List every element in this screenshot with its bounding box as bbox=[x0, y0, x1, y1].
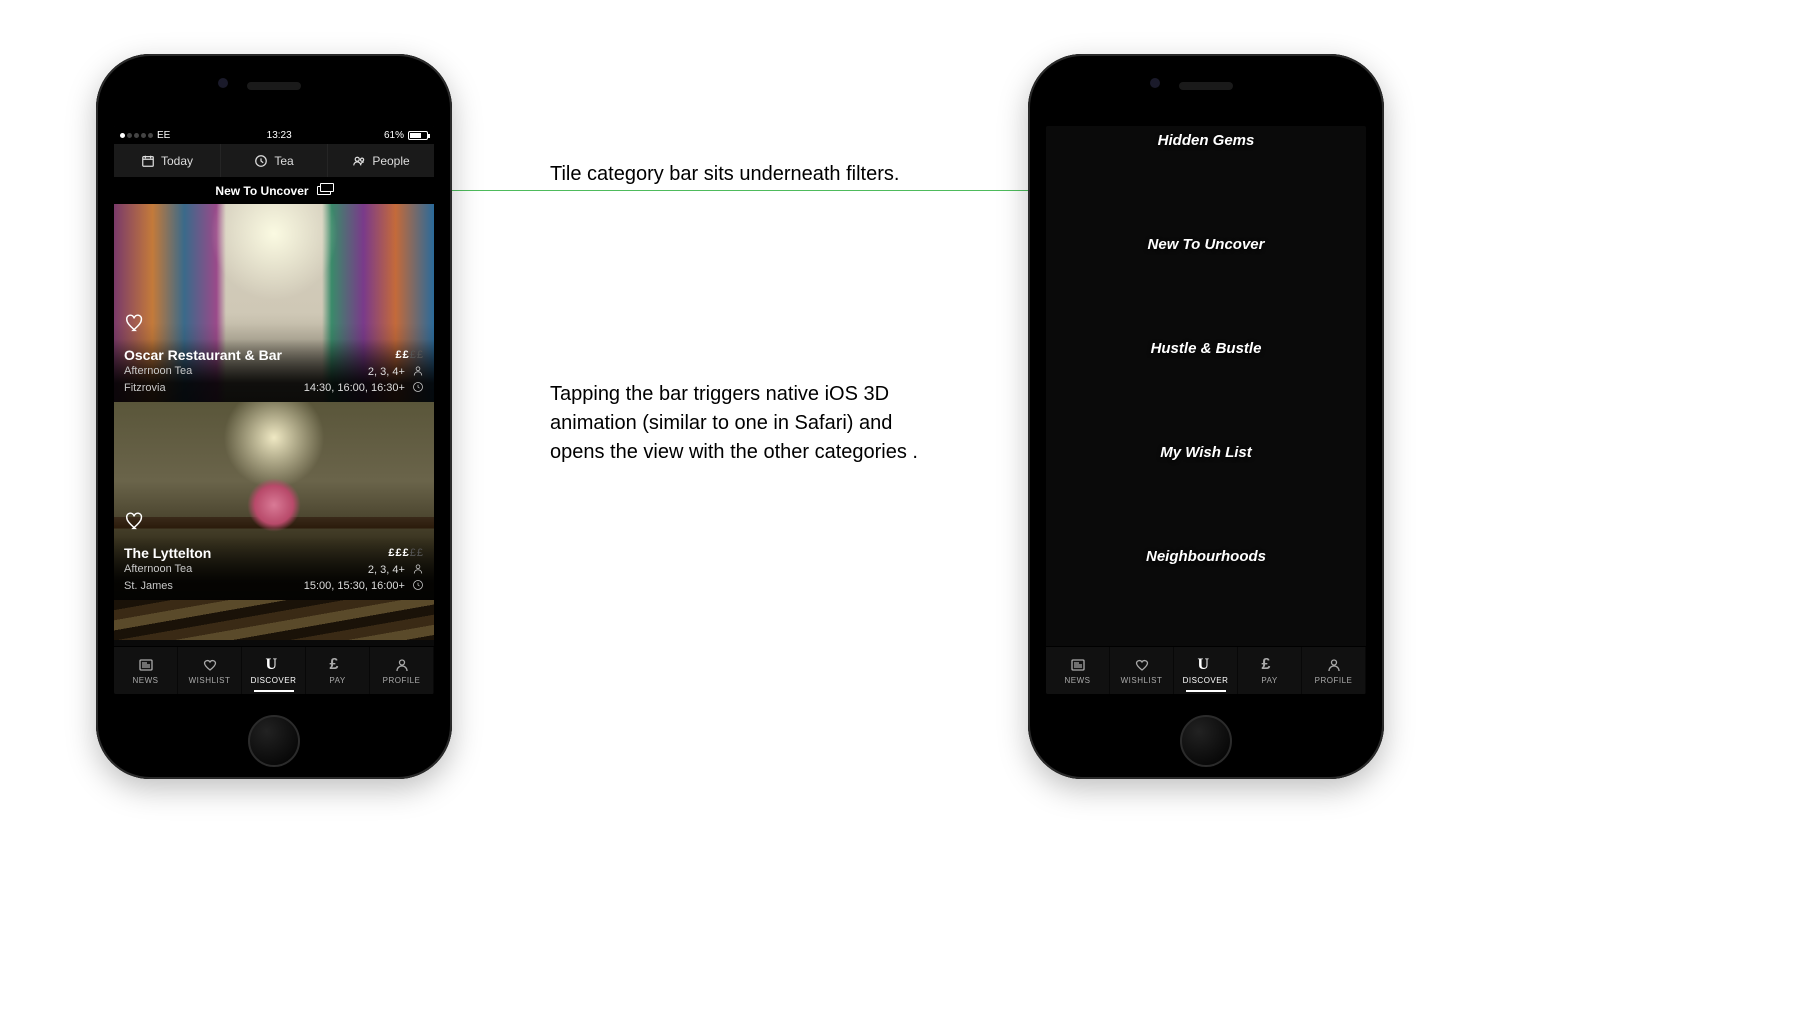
meal-type: Afternoon Tea bbox=[124, 561, 192, 578]
tab-label: NEWS bbox=[1065, 676, 1091, 685]
device-mockup-discover-list: EE 13:23 61% Today Tea People bbox=[96, 54, 452, 779]
tab-label: WISHLIST bbox=[1121, 676, 1163, 685]
restaurant-photo bbox=[114, 600, 434, 640]
tab-pay[interactable]: £ PAY bbox=[1238, 647, 1302, 694]
home-button bbox=[1180, 715, 1232, 767]
price-level-dim: ££ bbox=[410, 349, 424, 361]
tab-label: PAY bbox=[329, 676, 345, 685]
heart-icon bbox=[1134, 657, 1150, 673]
tab-news[interactable]: NEWS bbox=[114, 647, 178, 694]
meal-type: Afternoon Tea bbox=[124, 363, 192, 380]
available-times: 15:00, 15:30, 16:00+ bbox=[304, 580, 405, 592]
tile-label: New To Uncover bbox=[1148, 236, 1265, 253]
clock-small-icon bbox=[412, 381, 424, 393]
clock-label: 13:23 bbox=[267, 130, 292, 141]
neighbourhood: Fitzrovia bbox=[124, 380, 166, 397]
pound-icon: £ bbox=[330, 657, 346, 673]
battery-icon bbox=[408, 131, 428, 140]
tab-label: WISHLIST bbox=[189, 676, 231, 685]
price-level-dim: ££ bbox=[410, 547, 424, 559]
heart-icon bbox=[202, 657, 218, 673]
tab-discover[interactable]: U DISCOVER bbox=[1174, 647, 1238, 694]
active-tab-indicator bbox=[1186, 690, 1226, 692]
tab-label: PAY bbox=[1261, 676, 1277, 685]
restaurant-card[interactable]: Oscar Restaurant & Bar ££££ Afternoon Te… bbox=[114, 204, 434, 402]
tile-label: Neighbourhoods bbox=[1146, 548, 1266, 565]
tab-pay[interactable]: £ PAY bbox=[306, 647, 370, 694]
category-tile-hustle-bustle[interactable]: Hustle & Bustle bbox=[1046, 334, 1366, 438]
tab-wishlist[interactable]: WISHLIST bbox=[1110, 647, 1174, 694]
home-button bbox=[248, 715, 300, 767]
category-bar-label: New To Uncover bbox=[215, 184, 308, 198]
tile-label: Hustle & Bustle bbox=[1151, 340, 1262, 357]
clock-icon bbox=[254, 154, 268, 168]
screen-category-tiles: Hidden Gems New To Uncover Hustle & Bust… bbox=[1046, 126, 1366, 694]
clock-small-icon bbox=[412, 579, 424, 591]
category-tile-neighbourhoods[interactable]: Neighbourhoods bbox=[1046, 542, 1366, 646]
party-sizes: 2, 3, 4+ bbox=[368, 564, 405, 576]
tab-profile[interactable]: PROFILE bbox=[1302, 647, 1366, 694]
signal-strength-icon bbox=[120, 133, 153, 138]
filter-bar: Today Tea People bbox=[114, 144, 434, 178]
tab-bar: NEWS WISHLIST U DISCOVER £ PAY PROFILE bbox=[114, 646, 434, 694]
tab-discover[interactable]: U DISCOVER bbox=[242, 647, 306, 694]
screen-discover-list: EE 13:23 61% Today Tea People bbox=[114, 126, 434, 694]
filter-meal[interactable]: Tea bbox=[221, 144, 328, 177]
pound-icon: £ bbox=[1262, 657, 1278, 673]
tab-label: DISCOVER bbox=[251, 676, 297, 685]
restaurant-name: Oscar Restaurant & Bar bbox=[124, 347, 282, 363]
profile-icon bbox=[1326, 657, 1342, 673]
category-tile-stack: Hidden Gems New To Uncover Hustle & Bust… bbox=[1046, 126, 1366, 646]
price-level-active: £££ bbox=[388, 547, 409, 559]
annotation-connector-line bbox=[362, 190, 1047, 191]
tab-label: PROFILE bbox=[1315, 676, 1353, 685]
filter-date[interactable]: Today bbox=[114, 144, 221, 177]
news-icon bbox=[1070, 657, 1086, 673]
annotation-tap-behavior: Tapping the bar triggers native iOS 3D a… bbox=[550, 380, 950, 467]
wishlist-heart-icon[interactable] bbox=[124, 510, 146, 532]
person-icon bbox=[412, 365, 424, 377]
neighbourhood: St. James bbox=[124, 578, 173, 595]
tab-label: PROFILE bbox=[383, 676, 421, 685]
card-stack-icon bbox=[317, 186, 333, 196]
card-info-overlay: Oscar Restaurant & Bar ££££ Afternoon Te… bbox=[114, 339, 434, 402]
active-tab-indicator bbox=[254, 690, 294, 692]
device-mockup-category-tiles: Hidden Gems New To Uncover Hustle & Bust… bbox=[1028, 54, 1384, 779]
tab-wishlist[interactable]: WISHLIST bbox=[178, 647, 242, 694]
category-tile-hidden-gems[interactable]: Hidden Gems bbox=[1046, 126, 1366, 230]
battery-pct-label: 61% bbox=[384, 130, 404, 141]
available-times: 14:30, 16:00, 16:30+ bbox=[304, 382, 405, 394]
tab-label: NEWS bbox=[133, 676, 159, 685]
restaurant-card-partial[interactable] bbox=[114, 600, 434, 640]
price-level-active: ££ bbox=[396, 349, 410, 361]
profile-icon bbox=[394, 657, 410, 673]
filter-people-label: People bbox=[372, 154, 409, 168]
carrier-label: EE bbox=[157, 130, 170, 141]
card-info-overlay: The Lyttelton £££££ Afternoon Tea 2, 3, … bbox=[114, 537, 434, 600]
tile-label: Hidden Gems bbox=[1158, 132, 1255, 149]
filter-date-label: Today bbox=[161, 154, 193, 168]
people-icon bbox=[352, 154, 366, 168]
tab-label: DISCOVER bbox=[1183, 676, 1229, 685]
news-icon bbox=[138, 657, 154, 673]
tile-label: My Wish List bbox=[1160, 444, 1252, 461]
calendar-icon bbox=[141, 154, 155, 168]
person-icon bbox=[412, 563, 424, 575]
category-tile-new-to-uncover[interactable]: New To Uncover bbox=[1046, 230, 1366, 334]
category-bar[interactable]: New To Uncover bbox=[114, 178, 434, 204]
discover-logo-icon: U bbox=[266, 657, 282, 673]
status-bar: EE 13:23 61% bbox=[114, 126, 434, 144]
discover-logo-icon: U bbox=[1198, 657, 1214, 673]
filter-people[interactable]: People bbox=[328, 144, 434, 177]
restaurant-card[interactable]: The Lyttelton £££££ Afternoon Tea 2, 3, … bbox=[114, 402, 434, 600]
category-tile-wish-list[interactable]: My Wish List bbox=[1046, 438, 1366, 542]
annotation-category-bar: Tile category bar sits underneath filter… bbox=[550, 160, 899, 189]
wishlist-heart-icon[interactable] bbox=[124, 312, 146, 334]
filter-meal-label: Tea bbox=[274, 154, 293, 168]
tab-profile[interactable]: PROFILE bbox=[370, 647, 434, 694]
tab-news[interactable]: NEWS bbox=[1046, 647, 1110, 694]
party-sizes: 2, 3, 4+ bbox=[368, 366, 405, 378]
tab-bar: NEWS WISHLIST U DISCOVER £ PAY PROFILE bbox=[1046, 646, 1366, 694]
restaurant-name: The Lyttelton bbox=[124, 545, 211, 561]
